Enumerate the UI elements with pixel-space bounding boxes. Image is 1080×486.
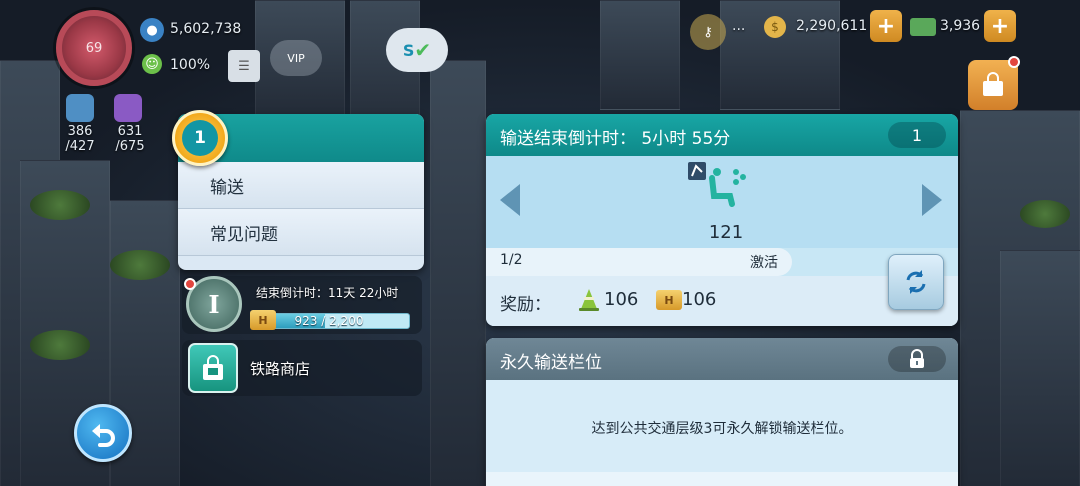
key-icon[interactable]: ⚷ (690, 14, 726, 50)
permanent-slot-footer (486, 472, 958, 486)
sewage-capacity: /675 (115, 139, 145, 154)
simcash-count: 3,936 (940, 18, 981, 34)
event-countdown: 结束倒计时：11天 22小时 (256, 286, 399, 300)
level-number: 69 (85, 40, 103, 56)
unlock-requirement-text: 达到公共交通层级3可永久解锁输送栏位。 (591, 421, 853, 437)
add-simcash-button[interactable]: + (984, 10, 1016, 42)
water-current: 386 (67, 124, 93, 139)
population-icon: ● (140, 18, 164, 42)
menu-item-faq[interactable]: 常见问题 (178, 209, 424, 256)
previous-item-arrow[interactable] (500, 184, 520, 216)
simcash-icon (910, 18, 936, 36)
vip-icon[interactable]: VIP (270, 40, 322, 76)
store-notification-dot (1008, 56, 1020, 68)
activate-label[interactable]: 激活 (750, 252, 778, 272)
transport-slot-header: 输送结束倒计时： 5小时 55分 1 (486, 114, 958, 156)
permanent-slot-panel: 永久输送栏位 达到公共交通层级3可永久解锁输送栏位。 (486, 338, 958, 486)
quest-bubble-icon[interactable]: S ✔ (386, 28, 448, 72)
simoleon-count: 2,290,611 (796, 18, 868, 34)
traffic-cone-icon (579, 289, 599, 311)
lock-badge (888, 346, 946, 372)
rail-ticket-icon: H (656, 290, 682, 310)
slot-count-badge: 1 (888, 122, 946, 148)
refresh-icon (906, 270, 926, 294)
shopping-bag-train-icon (203, 355, 223, 380)
slot-page-indicator: 1/2 (500, 252, 523, 268)
reward-label: 奖励： (500, 295, 551, 315)
simoleon-icon: $ (764, 16, 786, 38)
store-bag-button[interactable] (968, 60, 1018, 110)
rail-shop-label: 铁路商店 (250, 360, 311, 378)
reward-cone-amount: 106 (604, 289, 639, 310)
passenger-seat-icon (688, 162, 746, 207)
reward-ticket-amount: 106 (682, 289, 717, 310)
event-notification-dot (184, 278, 196, 290)
hud-ellipsis: ... (732, 18, 746, 34)
back-arrow-icon (92, 424, 115, 447)
shopping-bag-icon (983, 72, 1003, 96)
sewage-current: 631 (117, 124, 143, 139)
back-button[interactable] (74, 404, 132, 462)
transport-countdown-title: 输送结束倒计时： 5小时 55分 (500, 129, 731, 149)
slot-status-bar (486, 248, 792, 276)
level-badge[interactable]: 69 (56, 10, 132, 86)
next-item-arrow[interactable] (922, 184, 942, 216)
sewage-icon (114, 94, 142, 122)
clipboard-icon[interactable]: ☰ (228, 50, 260, 82)
permanent-slot-header: 永久输送栏位 (486, 338, 958, 380)
happiness-value: 100% (170, 57, 211, 73)
sewage-stat: 631 /675 (108, 124, 152, 154)
event-progress-text: 923 / 2,200 (294, 314, 364, 328)
water-icon (66, 94, 94, 122)
menu-item-label: 输送 (210, 177, 244, 198)
menu-item-label: 常见问题 (210, 224, 278, 245)
item-quantity: 121 (708, 222, 744, 243)
add-simoleons-button[interactable]: + (870, 10, 902, 42)
transport-slot-panel: 输送结束倒计时： 5小时 55分 1 121 1/2 激活 奖励： 106 H … (486, 114, 958, 326)
vip-label: VIP (287, 51, 305, 65)
menu-badge-number: 1 (182, 120, 218, 156)
water-stat: 386 /427 (60, 124, 100, 154)
padlock-icon (910, 349, 924, 368)
menu-number-badge: 1 (172, 110, 228, 166)
menu-item-transport[interactable]: 输送 (178, 162, 424, 209)
happiness-icon: ☺ (142, 54, 162, 74)
permanent-slot-title: 永久输送栏位 (500, 353, 602, 373)
population-count: 5,602,738 (170, 21, 242, 37)
refresh-button[interactable] (888, 254, 944, 310)
rail-shop-icon[interactable] (188, 343, 238, 393)
water-capacity: /427 (65, 139, 95, 154)
